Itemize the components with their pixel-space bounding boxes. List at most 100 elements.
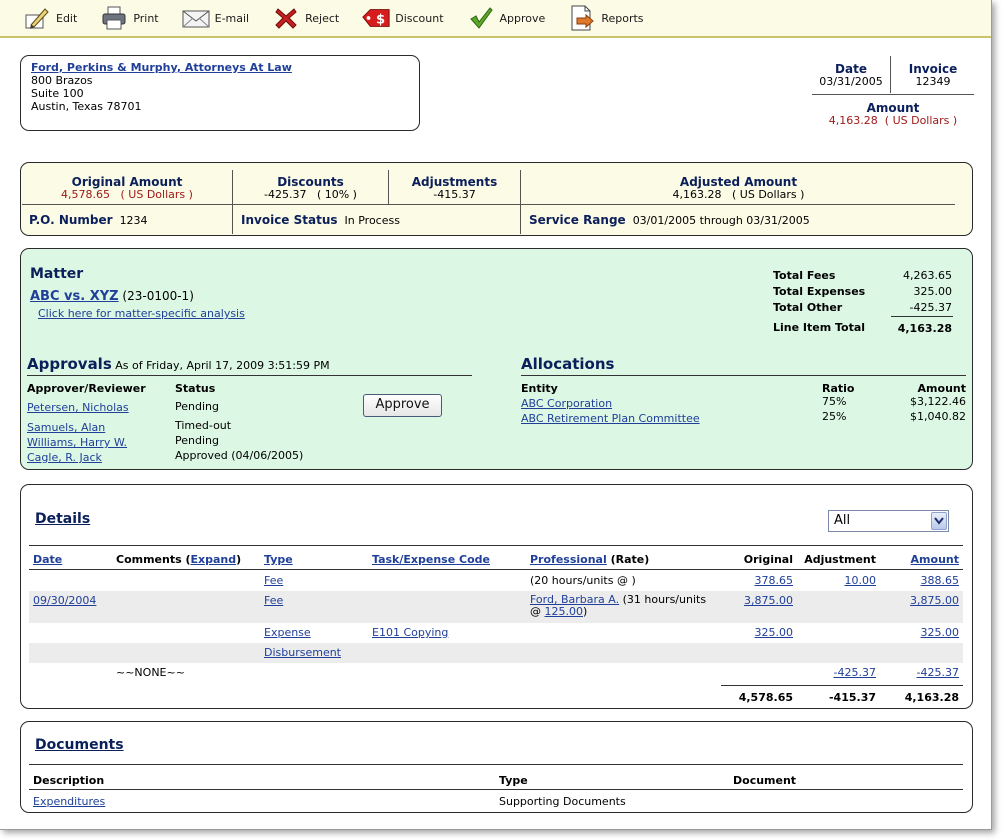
- details-filter-select[interactable]: All: [828, 510, 949, 532]
- doc-type-column-header: Type: [499, 774, 528, 787]
- document-description-link[interactable]: Expenditures: [33, 795, 105, 808]
- type-column-header[interactable]: Type: [264, 553, 293, 566]
- date-column-header[interactable]: Date: [33, 553, 62, 566]
- row-professional: Ford, Barbara A. (31 hours/units @ 125.00…: [530, 594, 720, 618]
- row-adjustment-link[interactable]: 10.00: [799, 574, 877, 587]
- matter-code: (23-0100-1): [122, 289, 194, 303]
- row-original-link[interactable]: 378.65: [719, 574, 794, 587]
- amount-value: 4,163.28 ( US Dollars ): [828, 114, 958, 127]
- document-type: Supporting Documents: [499, 795, 626, 808]
- total-amount: 4,163.28: [904, 691, 959, 704]
- expand-link[interactable]: Expand: [191, 553, 237, 566]
- allocation-amount: $1,040.82: [910, 410, 966, 423]
- line-item-total-value: 4,163.28: [897, 322, 952, 335]
- discount-button[interactable]: $ Discount: [361, 4, 444, 32]
- approval-status: Pending: [175, 400, 219, 413]
- row-original-link[interactable]: 3,875.00: [719, 594, 793, 607]
- row-task-link[interactable]: E101 Copying: [372, 626, 448, 639]
- email-button[interactable]: E-mail: [181, 4, 250, 32]
- row-amount-link[interactable]: -425.37: [879, 666, 959, 679]
- allocation-amount: $3,122.46: [910, 395, 966, 408]
- edit-button[interactable]: Edit: [22, 4, 77, 32]
- approvals-rule: [27, 375, 472, 376]
- reject-button[interactable]: Reject: [271, 4, 339, 32]
- details-header-rule: [29, 569, 963, 570]
- approver-link[interactable]: Cagle, R. Jack: [27, 451, 102, 464]
- status-value: In Process: [344, 214, 400, 227]
- adjusted-amount-value: 4,163.28 ( US Dollars ): [672, 188, 805, 201]
- details-filter-value: All: [834, 513, 851, 528]
- adjustment-column-header: Adjustment: [804, 553, 876, 566]
- report-icon: [567, 4, 597, 32]
- professional-header-link[interactable]: Professional: [530, 553, 607, 566]
- print-button[interactable]: Print: [99, 4, 159, 32]
- total-fees-value: 4,263.65: [903, 269, 952, 282]
- matter-title: ABC vs. XYZ (23-0100-1): [30, 289, 194, 304]
- table-row: ~~NONE~~ -425.37 -425.37: [29, 663, 963, 683]
- approvals-title: Approvals: [27, 355, 112, 373]
- invoice-label: Invoice: [908, 62, 958, 76]
- date-label: Date: [835, 62, 867, 76]
- description-column-header: Description: [33, 774, 105, 787]
- table-row: 09/30/2004 Fee Ford, Barbara A. (31 hour…: [29, 591, 963, 623]
- allocation-entity-link[interactable]: ABC Corporation: [521, 397, 612, 410]
- po-number: P.O. Number 1234: [29, 213, 148, 227]
- matter-heading: Matter: [30, 266, 84, 282]
- original-amount-value: 4,578.65 ( US Dollars ): [61, 188, 193, 201]
- row-type-link[interactable]: Fee: [264, 594, 283, 607]
- email-label: E-mail: [214, 11, 250, 25]
- row-amount-link[interactable]: 325.00: [879, 626, 960, 639]
- professional-column-header: Professional (Rate): [530, 553, 649, 566]
- reject-label: Reject: [305, 11, 340, 25]
- approvals-heading: Approvals As of Friday, April 17, 2009 3…: [27, 355, 330, 373]
- row-amount-link[interactable]: 3,875.00: [879, 594, 959, 607]
- approval-status: Timed-out: [175, 419, 232, 432]
- approver-link[interactable]: Williams, Harry W.: [27, 436, 127, 449]
- row-type-link[interactable]: Fee: [264, 574, 283, 587]
- address-line-2: Suite 100: [31, 87, 84, 100]
- matter-name-link[interactable]: ABC vs. XYZ: [30, 289, 119, 304]
- adjustments-label: Adjustments: [411, 175, 498, 189]
- documents-heading[interactable]: Documents: [35, 737, 124, 753]
- rate-link[interactable]: 125.00: [545, 605, 584, 618]
- total-original: 4,578.65: [738, 691, 793, 704]
- chevron-down-icon[interactable]: [931, 512, 947, 530]
- discount-label: Discount: [395, 11, 444, 25]
- allocations-rule: [521, 375, 966, 376]
- firm-name-link[interactable]: Ford, Perkins & Murphy, Attorneys At Law: [31, 61, 409, 74]
- approver-link[interactable]: Petersen, Nicholas: [27, 401, 129, 414]
- documents-panel: [20, 721, 973, 813]
- total-expenses-value: 325.00: [913, 285, 953, 298]
- row-type-link[interactable]: Expense: [264, 626, 311, 639]
- printer-icon: [99, 4, 129, 32]
- invoice-window: Edit Print E-mail Reject $ Discount Appr…: [0, 0, 992, 830]
- row-amount-link[interactable]: 388.65: [879, 574, 960, 587]
- row-type-link[interactable]: Disbursement: [264, 646, 341, 659]
- details-heading[interactable]: Details: [35, 511, 90, 527]
- details-top-rule: [29, 545, 963, 546]
- reports-button[interactable]: Reports: [567, 4, 644, 32]
- allocation-ratio: 25%: [822, 410, 847, 423]
- comments-column-header: Comments (Expand): [116, 553, 242, 566]
- toolbar: Edit Print E-mail Reject $ Discount Appr…: [0, 0, 991, 38]
- table-row: Disbursement: [29, 643, 963, 663]
- matter-analysis-link[interactable]: Click here for matter-specific analysis: [38, 307, 245, 320]
- details-totals-rule: [721, 685, 963, 686]
- table-row: Fee (20 hours/units @ ) 378.65 10.00 388…: [29, 571, 963, 591]
- approve-label: Approve: [499, 11, 546, 25]
- approve-toolbar-button[interactable]: Approve: [466, 4, 546, 32]
- summary-row-divider: [22, 204, 955, 205]
- row-date-link[interactable]: 09/30/2004: [33, 594, 96, 607]
- service-range: Service Range 03/01/2005 through 03/31/2…: [529, 213, 810, 227]
- allocation-entity-link[interactable]: ABC Retirement Plan Committee: [521, 412, 700, 425]
- approve-button[interactable]: Approve: [363, 394, 442, 417]
- approver-link[interactable]: Samuels, Alan: [27, 421, 105, 434]
- x-icon: [271, 4, 301, 32]
- amount-column-header[interactable]: Amount: [879, 553, 959, 566]
- ratio-column-header: Ratio: [822, 382, 855, 395]
- row-original-link[interactable]: 325.00: [719, 626, 794, 639]
- po-value: 1234: [119, 214, 148, 227]
- rate-close: ): [583, 605, 588, 618]
- row-adjustment-link[interactable]: -425.37: [799, 666, 876, 679]
- task-column-header[interactable]: Task/Expense Code: [372, 553, 490, 566]
